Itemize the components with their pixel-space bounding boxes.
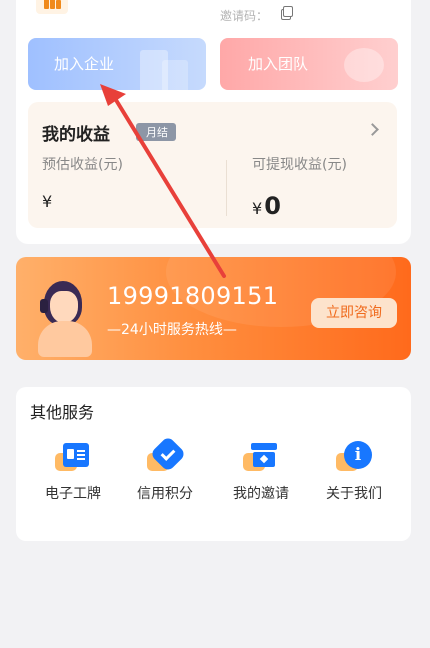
building-icon [140, 44, 196, 90]
estimated-income-label: 预估收益(元) [42, 157, 123, 173]
service-hotline-banner: 19991809151 —24小时服务热线— 立即咨询 [16, 257, 411, 360]
service-item-e-badge[interactable]: 电子工牌 [28, 441, 118, 511]
service-label: 我的邀请 [233, 486, 289, 502]
estimated-income-value: ¥ [42, 192, 53, 211]
join-company-button[interactable]: 加入企业 [28, 38, 206, 90]
id-badge-icon [53, 441, 93, 475]
join-team-label: 加入团队 [248, 55, 309, 73]
customer-service-agent-icon [34, 277, 96, 357]
withdrawable-income-value: ¥0 [252, 192, 281, 220]
organization-icon [36, 0, 68, 14]
copy-icon[interactable] [281, 6, 293, 20]
currency-symbol: ¥ [252, 199, 263, 218]
service-item-credit[interactable]: 信用积分 [120, 435, 210, 511]
account-card: 邀请码： 加入企业 加入团队 我的收益 月结 预估收益(元) 可提现收益(元) … [16, 0, 411, 244]
income-title: 我的收益 [42, 125, 110, 145]
join-company-label: 加入企业 [54, 55, 115, 73]
services-title: 其他服务 [30, 403, 95, 422]
service-label: 电子工牌 [45, 486, 101, 502]
service-item-about[interactable]: i 关于我们 [309, 441, 399, 511]
hotline-subtitle: —24小时服务热线— [107, 322, 237, 338]
service-label: 关于我们 [326, 486, 382, 502]
consult-now-button[interactable]: 立即咨询 [311, 298, 397, 328]
income-panel[interactable]: 我的收益 月结 预估收益(元) 可提现收益(元) ¥ ¥0 [28, 102, 397, 228]
income-divider [226, 160, 227, 216]
other-services-card: 其他服务 电子工牌 信用积分 我的邀请 i 关于我们 [16, 387, 411, 541]
withdrawable-amount: 0 [264, 192, 281, 220]
handshake-icon [344, 48, 384, 82]
join-team-button[interactable]: 加入团队 [220, 38, 398, 90]
credit-check-icon [145, 435, 187, 475]
info-icon: i [334, 441, 374, 475]
hotline-phone-number: 19991809151 [107, 282, 279, 310]
chevron-right-icon[interactable] [366, 123, 379, 136]
invite-code-label: 邀请码： [220, 9, 269, 23]
settlement-badge: 月结 [136, 123, 176, 141]
service-label: 信用积分 [137, 486, 193, 502]
withdrawable-income-label: 可提现收益(元) [252, 157, 347, 173]
service-item-invites[interactable]: 我的邀请 [216, 441, 306, 511]
invite-box-icon [241, 441, 281, 475]
